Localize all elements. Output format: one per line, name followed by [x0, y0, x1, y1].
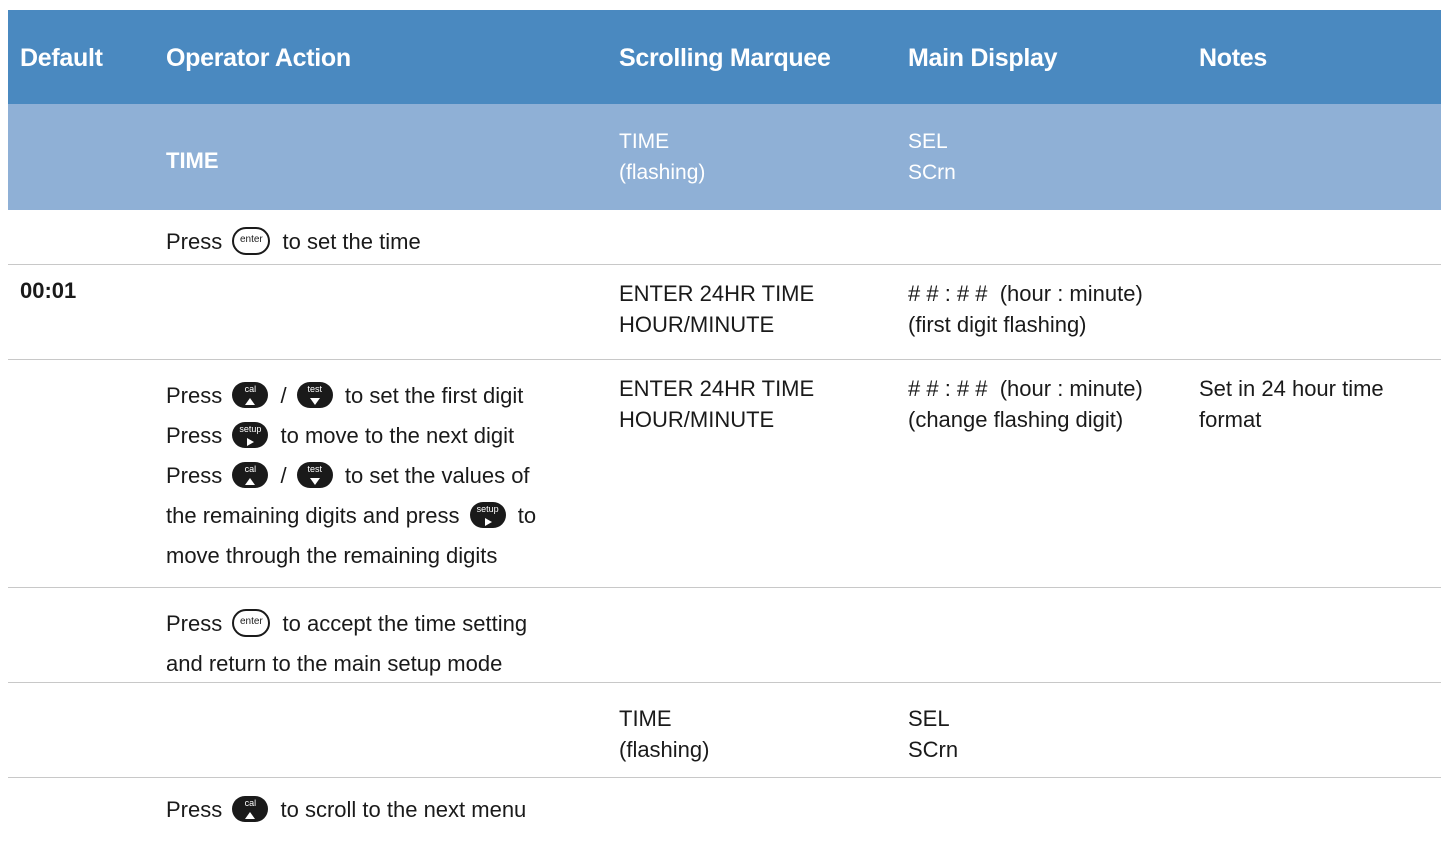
table-row: Press cal to scroll to the next menu [8, 778, 1441, 838]
action-separator: / [280, 383, 287, 408]
row-marquee: TIME (flashing) [619, 703, 709, 765]
action-text: the remaining digits and press [166, 503, 460, 528]
enter-key-label: enter [239, 234, 263, 246]
action-separator: / [280, 463, 287, 488]
section-main-display: SEL SCrn [908, 126, 956, 188]
setup-right-key-icon: setup [232, 422, 269, 449]
row-action: Press cal to scroll to the next menu [166, 790, 526, 830]
table-row: Press enter to accept the time setting a… [8, 588, 1441, 683]
action-text: move through the remaining digits [166, 543, 498, 568]
action-text: Press [166, 797, 223, 822]
cal-up-key-icon: cal [232, 796, 269, 823]
header-main-display: Main Display [908, 44, 1058, 72]
main-line1: # # : # # (hour : minute) [908, 376, 1143, 401]
action-text: to accept the time setting [282, 611, 528, 636]
test-down-key-icon: test [296, 382, 333, 409]
row-action: Press enter to set the time [166, 222, 421, 262]
procedure-table: Default Operator Action Scrolling Marque… [8, 10, 1441, 838]
action-text: Press [166, 229, 223, 254]
action-text: to scroll to the next menu [280, 797, 527, 822]
setup-right-key-icon: setup [469, 502, 506, 529]
test-key-label: test [307, 384, 322, 395]
marquee-line2: (flashing) [619, 737, 710, 762]
row-main-display: # # : # # (hour : minute) (first digit f… [908, 278, 1143, 340]
header-default: Default [20, 44, 103, 72]
cal-key-label: cal [244, 384, 257, 395]
action-text: to set the values of [344, 463, 530, 488]
enter-key-icon: enter [232, 227, 271, 256]
table-row: 00:01 ENTER 24HR TIME HOUR/MINUTE # # : … [8, 265, 1441, 360]
main-line1: # # : # # (hour : minute) [908, 281, 1143, 306]
main-line1: SEL [908, 706, 950, 731]
marquee-line2: HOUR/MINUTE [619, 312, 775, 337]
test-down-key-icon: test [296, 462, 333, 489]
main-line2: (change flashing digit) [908, 407, 1124, 432]
marquee-line1: TIME [619, 706, 672, 731]
section-marquee-line2: (flashing) [619, 161, 706, 184]
action-text: to [517, 503, 537, 528]
row-marquee: ENTER 24HR TIME HOUR/MINUTE [619, 278, 814, 340]
action-text: to move to the next digit [280, 423, 515, 448]
row-main-display: # # : # # (hour : minute) (change flashi… [908, 373, 1143, 435]
row-default-value: 00:01 [20, 278, 77, 303]
table-header: Default Operator Action Scrolling Marque… [8, 10, 1441, 104]
action-text: to set the time [282, 229, 421, 254]
row-action: Press enter to accept the time setting a… [166, 604, 527, 684]
row-notes: Set in 24 hour time format [1199, 373, 1384, 435]
action-text: Press [166, 423, 223, 448]
setup-key-label: setup [239, 424, 262, 435]
header-scrolling-marquee: Scrolling Marquee [619, 44, 831, 72]
marquee-line1: ENTER 24HR TIME [619, 376, 815, 401]
header-notes: Notes [1199, 44, 1267, 72]
table-row: Press cal / test to set the first digit … [8, 360, 1441, 588]
section-main-line1: SEL [908, 130, 948, 153]
cal-up-key-icon: cal [232, 382, 269, 409]
cal-up-key-icon: cal [232, 462, 269, 489]
main-line2: SCrn [908, 737, 959, 762]
action-text: Press [166, 463, 223, 488]
cal-key-label: cal [244, 798, 257, 809]
section-marquee-line1: TIME [619, 130, 670, 153]
row-marquee: ENTER 24HR TIME HOUR/MINUTE [619, 373, 814, 435]
main-line2: (first digit flashing) [908, 312, 1087, 337]
action-text: Press [166, 383, 223, 408]
cal-key-label: cal [244, 464, 257, 475]
row-action: Press cal / test to set the first digit … [166, 376, 536, 576]
table-row: TIME (flashing) SEL SCrn [8, 683, 1441, 778]
action-text: and return to the main setup mode [166, 651, 503, 676]
test-key-label: test [307, 464, 322, 475]
section-row-time: TIME TIME (flashing) SEL SCrn [8, 104, 1441, 210]
action-text: Press [166, 611, 223, 636]
notes-line1: Set in 24 hour time [1199, 376, 1384, 401]
table-row: Press enter to set the time [8, 210, 1441, 265]
marquee-line1: ENTER 24HR TIME [619, 281, 815, 306]
marquee-line2: HOUR/MINUTE [619, 407, 775, 432]
enter-key-label: enter [239, 616, 263, 628]
section-marquee: TIME (flashing) [619, 126, 705, 188]
enter-key-icon: enter [232, 609, 271, 638]
section-main-line2: SCrn [908, 161, 956, 184]
notes-line2: format [1199, 407, 1262, 432]
row-main-display: SEL SCrn [908, 703, 958, 765]
action-text: to set the first digit [344, 383, 524, 408]
section-title: TIME [166, 148, 219, 173]
header-operator-action: Operator Action [166, 44, 351, 72]
setup-key-label: setup [476, 504, 499, 515]
